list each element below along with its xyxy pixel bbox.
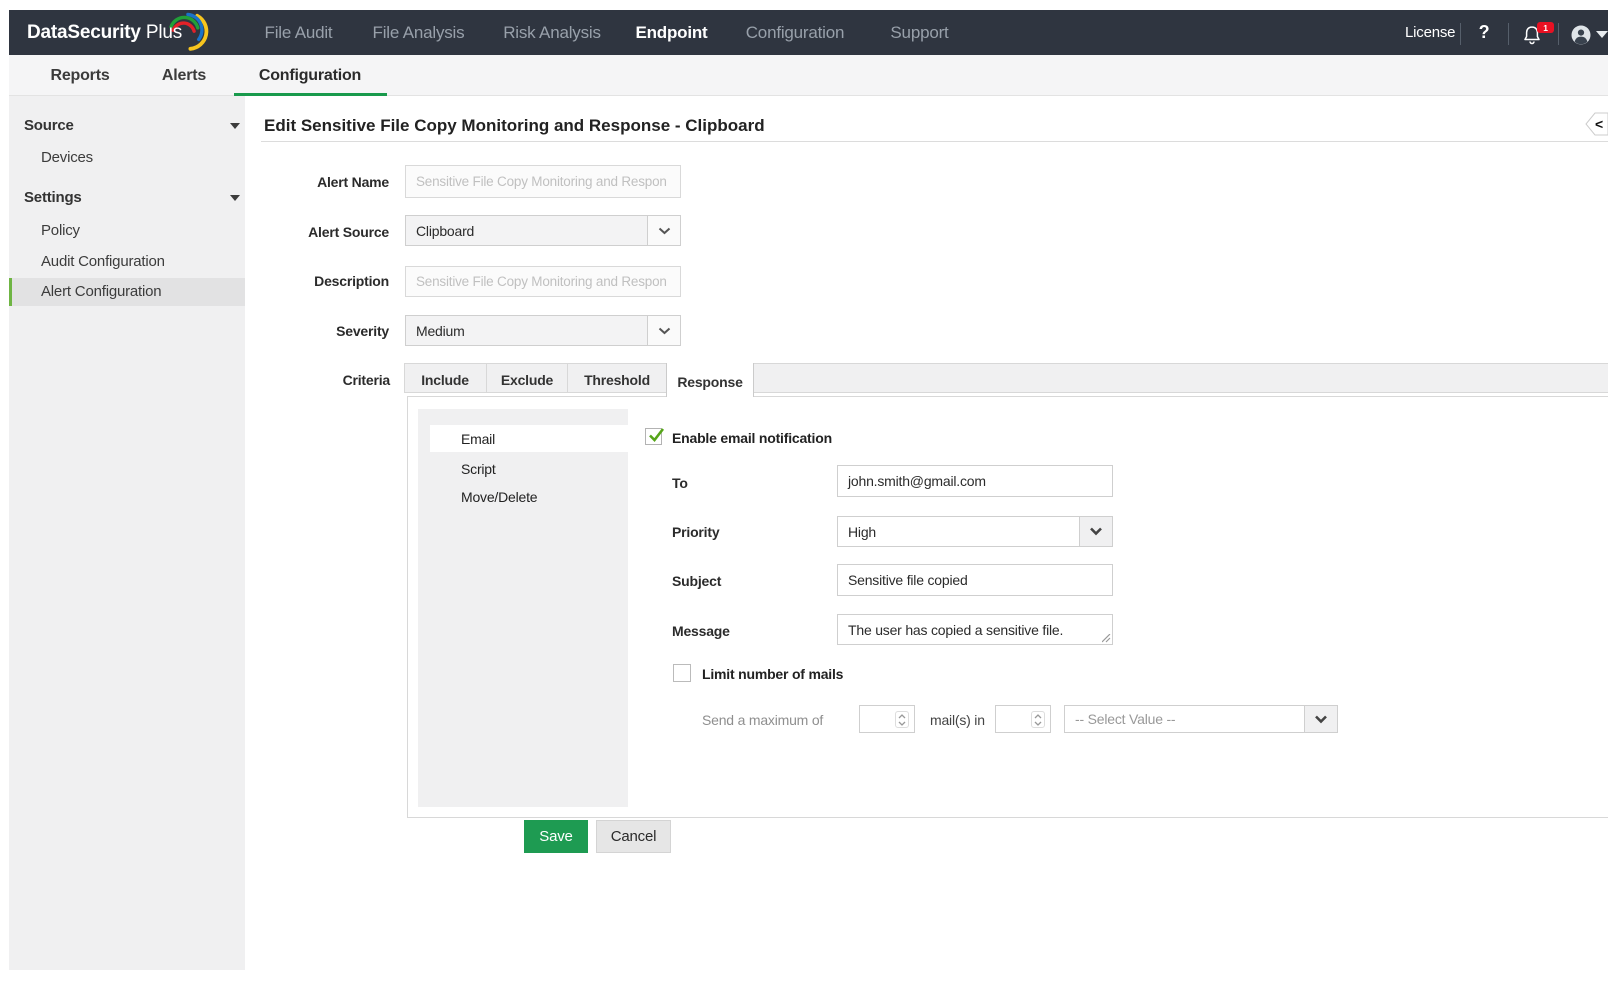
- svg-text:<: <: [1595, 116, 1603, 132]
